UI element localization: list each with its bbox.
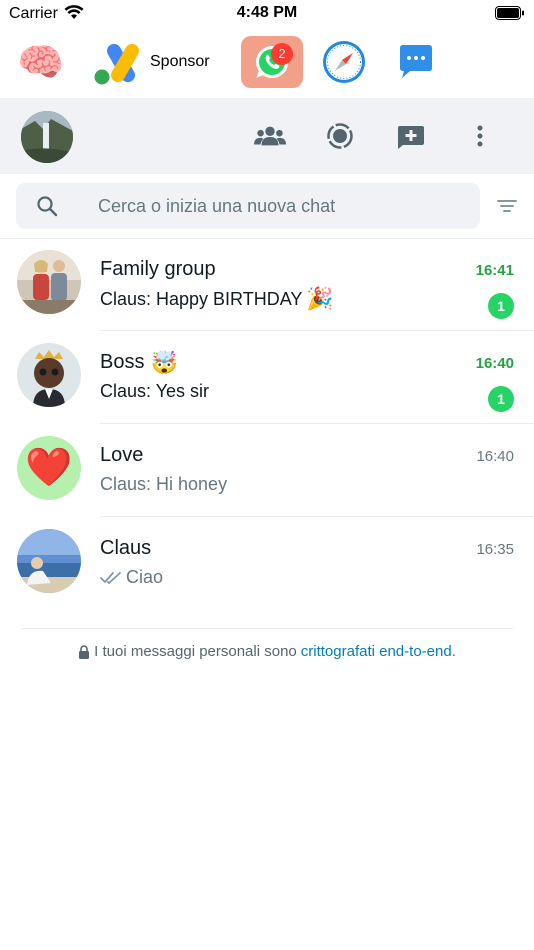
more-options-icon[interactable] [464, 120, 496, 152]
messages-icon[interactable] [396, 42, 436, 82]
search-bar[interactable] [16, 183, 480, 229]
lock-icon [79, 644, 90, 659]
new-chat-icon[interactable] [395, 120, 427, 152]
status-bar: Carrier 4:48 PM [0, 0, 534, 28]
exploding-head-icon: 🤯 [150, 349, 178, 375]
chat-preview-text: Claus: Happy BIRTHDAY [100, 288, 303, 309]
chat-avatar [17, 343, 81, 407]
encryption-suffix: . [451, 643, 456, 660]
chat-preview-text: Claus: Hi honey [100, 474, 228, 494]
chat-name: Love [100, 444, 144, 466]
whatsapp-badge: 2 [271, 43, 293, 65]
chat-avatar [17, 529, 81, 593]
chat-preview-text: Ciao [126, 567, 164, 587]
chat-row-family-group[interactable]: Family group Claus: Happy BIRTHDAY 🎉 16:… [0, 238, 534, 331]
safari-icon[interactable] [322, 40, 366, 84]
chat-name-group: Boss 🤯 [100, 351, 178, 374]
chat-row-boss[interactable]: Boss 🤯 Claus: Yes sir 16:40 1 [0, 331, 534, 424]
app-header [0, 98, 534, 174]
encryption-link[interactable]: crittografati end-to-end [301, 643, 452, 660]
party-popper-icon: 🎉 [306, 286, 334, 311]
brain-icon[interactable]: 🧠 [17, 40, 64, 86]
battery-icon [495, 6, 524, 20]
chat-avatar [17, 250, 81, 314]
chat-preview: Claus: Hi honey [100, 474, 227, 495]
heart-avatar-icon: ❤️ [17, 436, 81, 500]
chat-row-love[interactable]: ❤️ Love Claus: Hi honey 16:40 [0, 424, 534, 517]
divider [21, 628, 513, 629]
status-icon[interactable] [324, 120, 356, 152]
chat-preview: Claus: Happy BIRTHDAY 🎉 [100, 288, 334, 310]
whatsapp-icon[interactable]: 2 [241, 36, 303, 88]
chat-preview: Claus: Yes sir [100, 381, 209, 402]
unread-badge: 1 [488, 386, 514, 412]
community-icon[interactable] [254, 120, 286, 152]
chat-time: 16:35 [476, 541, 514, 558]
unread-badge: 1 [488, 293, 514, 319]
filter-icon[interactable] [495, 194, 519, 218]
chat-time: 16:41 [475, 262, 514, 279]
search-input[interactable] [98, 183, 468, 229]
chat-row-claus[interactable]: Claus Ciao 16:35 [0, 517, 534, 610]
encryption-notice: I tuoi messaggi personali sono crittogra… [0, 643, 534, 660]
search-icon [37, 196, 58, 217]
chat-name: Boss [100, 351, 145, 373]
chat-time: 16:40 [475, 355, 514, 372]
app-switcher-strip: 🧠 Sponsor 2 [0, 30, 534, 98]
chat-time: 16:40 [476, 448, 514, 465]
chat-preview: Ciao [100, 567, 163, 588]
sponsor-label: Sponsor [150, 53, 210, 70]
chat-name: Claus [100, 537, 152, 559]
encryption-text: I tuoi messaggi personali sono [94, 643, 297, 660]
google-ads-icon[interactable] [92, 40, 144, 86]
chat-preview-text: Claus: Yes sir [100, 381, 210, 401]
double-check-icon [100, 571, 121, 584]
chat-name: Family group [100, 258, 216, 280]
clock: 4:48 PM [236, 4, 298, 21]
profile-avatar[interactable] [21, 111, 73, 163]
